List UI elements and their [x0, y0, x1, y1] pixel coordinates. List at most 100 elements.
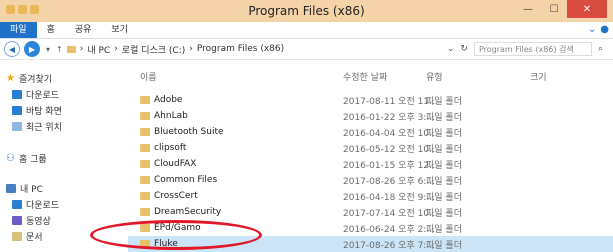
folder-icon	[140, 192, 150, 200]
column-header-name[interactable]: 이름	[140, 70, 157, 83]
window-controls: — ☐ ✕	[515, 0, 607, 18]
homegroup-icon: ⚇	[6, 153, 15, 164]
nav-item-desktop[interactable]: 바탕 화면	[12, 104, 62, 117]
address-right: ⌄ ↻ Program Files (x86) 검색 ⌕	[447, 42, 603, 56]
file-row-selected[interactable]: Fluke 2017-08-26 오후 7:... 파일 폴더	[128, 236, 613, 252]
star-icon: ★	[6, 73, 15, 84]
file-row[interactable]: Bluetooth Suite 2016-04-04 오전 10... 파일 폴…	[128, 124, 613, 140]
file-type: 파일 폴더	[426, 240, 462, 251]
recent-locations-icon[interactable]: ▾	[46, 45, 50, 54]
file-name: clipsoft	[154, 143, 187, 153]
file-name: AhnLab	[154, 111, 188, 121]
refresh-icon[interactable]: ↻	[460, 44, 468, 54]
expand-ribbon-icon[interactable]: ⌄	[588, 24, 596, 35]
video-icon	[12, 216, 22, 225]
folder-icon	[140, 128, 150, 136]
computer-icon	[6, 184, 16, 193]
search-input[interactable]: Program Files (x86) 검색	[473, 42, 592, 56]
file-date: 2017-08-11 오전 11...	[343, 96, 438, 107]
help-icon[interactable]: ●	[600, 24, 609, 35]
file-row[interactable]: Common Files 2017-08-26 오후 6:... 파일 폴더	[128, 172, 613, 188]
file-type: 파일 폴더	[426, 112, 462, 123]
file-type: 파일 폴더	[426, 208, 462, 219]
file-list: 이름 수정한 날짜 유형 크기 Adobe 2017-08-11 오전 11..…	[128, 60, 613, 252]
folder-icon	[140, 208, 150, 216]
file-date: 2017-07-14 오전 10...	[343, 208, 438, 219]
file-date: 2016-06-24 오후 2:...	[343, 224, 435, 235]
file-name: EPd/Gamo	[154, 223, 201, 233]
file-name: Fluke	[154, 239, 178, 249]
maximize-button[interactable]: ☐	[541, 0, 567, 18]
column-header-date[interactable]: 수정한 날짜	[343, 70, 387, 83]
navigation-pane: ★ 즐겨찾기 다운로드 바탕 화면 최근 위치 ⚇ 홈 그룹 내 PC 다운로드…	[0, 60, 128, 243]
nav-label: 동영상	[26, 217, 51, 227]
folder-icon	[140, 240, 150, 248]
file-type: 파일 폴더	[426, 128, 462, 139]
desktop-icon	[12, 106, 22, 115]
nav-item-videos[interactable]: 동영상	[12, 214, 51, 227]
downloads-icon	[12, 200, 22, 209]
file-row[interactable]: Adobe 2017-08-11 오전 11... 파일 폴더	[128, 92, 613, 108]
file-name: DreamSecurity	[154, 207, 222, 217]
dropdown-icon[interactable]: ⌄	[447, 44, 455, 54]
file-date: 2017-08-26 오후 6:...	[343, 176, 435, 187]
document-icon	[12, 232, 22, 241]
file-row[interactable]: DreamSecurity 2017-07-14 오전 10... 파일 폴더	[128, 204, 613, 220]
file-date: 2016-05-12 오전 10...	[343, 144, 438, 155]
file-row[interactable]: CrossCert 2016-04-18 오전 9:... 파일 폴더	[128, 188, 613, 204]
breadcrumb-separator: ›	[189, 44, 193, 54]
nav-item-favorites[interactable]: ★ 즐겨찾기	[6, 72, 52, 85]
file-row[interactable]: AhnLab 2016-01-22 오후 3:... 파일 폴더	[128, 108, 613, 124]
file-name: Adobe	[154, 95, 183, 105]
title-bar: Program Files (x86) — ☐ ✕	[0, 0, 613, 23]
nav-item-documents[interactable]: 문서	[12, 230, 43, 243]
file-row[interactable]: CloudFAX 2016-01-15 오후 12... 파일 폴더	[128, 156, 613, 172]
file-name: CloudFAX	[154, 159, 197, 169]
file-row[interactable]: EPd/Gamo 2016-06-24 오후 2:... 파일 폴더	[128, 220, 613, 236]
column-header-type[interactable]: 유형	[426, 70, 443, 83]
folder-icon	[140, 96, 150, 104]
nav-item-homegroup[interactable]: ⚇ 홈 그룹	[6, 152, 47, 165]
nav-item-downloads[interactable]: 다운로드	[12, 88, 59, 101]
file-row[interactable]: clipsoft 2016-05-12 오전 10... 파일 폴더	[128, 140, 613, 156]
file-date: 2016-01-15 오후 12...	[343, 160, 438, 171]
breadcrumb-item-program-files[interactable]: Program Files (x86)	[197, 44, 284, 54]
breadcrumb-separator: ›	[114, 44, 118, 54]
file-name: CrossCert	[154, 191, 198, 201]
tab-share[interactable]: 공유	[65, 22, 102, 38]
file-type: 파일 폴더	[426, 224, 462, 235]
downloads-icon	[12, 90, 22, 99]
breadcrumb-item-local-disk[interactable]: 로컬 디스크 (C:)	[122, 43, 185, 56]
forward-button[interactable]: ▶	[24, 41, 40, 57]
minimize-button[interactable]: —	[515, 0, 541, 18]
tab-home[interactable]: 홈	[37, 22, 65, 38]
nav-label: 바탕 화면	[26, 107, 62, 117]
close-button[interactable]: ✕	[567, 0, 607, 18]
nav-item-pc-downloads[interactable]: 다운로드	[12, 198, 59, 211]
nav-item-recent[interactable]: 최근 위치	[12, 120, 62, 133]
tab-file[interactable]: 파일	[0, 22, 37, 38]
up-icon[interactable]: ↑	[56, 45, 63, 54]
nav-label: 다운로드	[26, 91, 60, 101]
nav-label: 다운로드	[26, 201, 60, 211]
file-type: 파일 폴더	[426, 176, 462, 187]
nav-label: 내 PC	[20, 185, 43, 195]
folder-icon	[140, 176, 150, 184]
nav-item-this-pc[interactable]: 내 PC	[6, 182, 43, 195]
ribbon-tabs: 파일 홈 공유 보기 ⌄ ●	[0, 22, 613, 39]
ribbon-right: ⌄ ●	[588, 24, 609, 35]
recent-locations-icon	[12, 122, 22, 131]
search-icon[interactable]: ⌕	[598, 44, 603, 54]
nav-label: 문서	[26, 233, 43, 243]
column-header-size[interactable]: 크기	[530, 70, 547, 83]
breadcrumb-item-pc[interactable]: 내 PC	[87, 43, 110, 56]
file-type: 파일 폴더	[426, 160, 462, 171]
folder-icon	[140, 144, 150, 152]
breadcrumb[interactable]: › 내 PC › 로컬 디스크 (C:) › Program Files (x8…	[66, 43, 284, 56]
file-date: 2017-08-26 오후 7:...	[343, 240, 435, 251]
back-button[interactable]: ◀	[4, 41, 20, 57]
file-date: 2016-04-18 오전 9:...	[343, 192, 435, 203]
nav-label: 최근 위치	[26, 123, 62, 133]
file-name: Bluetooth Suite	[154, 127, 224, 137]
tab-view[interactable]: 보기	[101, 22, 138, 38]
